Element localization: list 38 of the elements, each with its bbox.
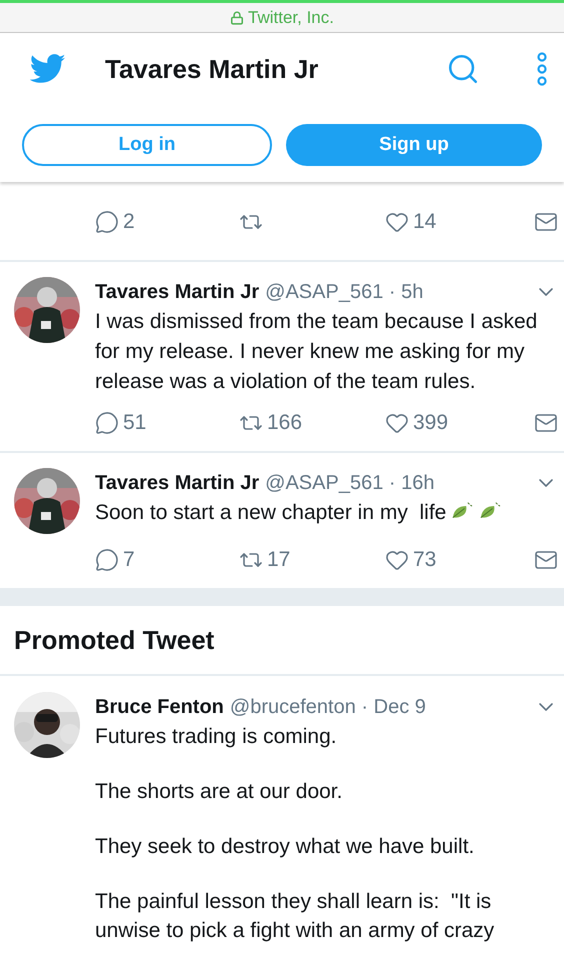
leaf-icon (450, 501, 474, 521)
reply-count: 2 (123, 209, 135, 236)
like-icon[interactable] (385, 548, 409, 572)
mail-icon[interactable] (534, 411, 558, 435)
section-heading: Promoted Tweet (14, 624, 214, 656)
tweet-text: The painful lesson they shall learn is: "It is unwise to pick a fight with an army of crazy (95, 889, 496, 944)
author-name[interactable]: Bruce Fenton (95, 692, 224, 722)
tweet-meta: @ASAP_561 · 5h (265, 280, 424, 305)
retweet-count: 166 (267, 410, 302, 436)
tweet-meta: @brucefenton · Dec 9 (230, 695, 426, 720)
bird-logo-icon[interactable] (30, 54, 66, 84)
tweet-text: Futures trading is coming. (95, 724, 338, 750)
page-title: Tavares Martin Jr (105, 52, 318, 86)
like-icon[interactable] (385, 411, 409, 435)
leaf-icon (478, 501, 502, 521)
search-icon[interactable] (446, 52, 480, 86)
tweet-text: They seek to destroy what we have built. (95, 834, 476, 860)
mail-icon[interactable] (534, 548, 558, 572)
like-icon[interactable] (385, 210, 409, 234)
retweet-count: 17 (267, 547, 290, 574)
author-name[interactable]: Tavares Martin Jr (95, 277, 260, 307)
author-name[interactable]: Tavares Martin Jr (95, 468, 260, 498)
reply-count: 51 (123, 410, 146, 436)
tweet-text: The shorts are at our door. (95, 779, 344, 805)
reply-icon[interactable] (95, 548, 119, 572)
tweet-text: Soon to start a new chapter in my life (95, 498, 558, 528)
like-count: 14 (413, 209, 436, 236)
reply-icon[interactable] (95, 411, 119, 435)
tweet-meta: @ASAP_561 · 16h (265, 471, 434, 496)
mail-icon[interactable] (534, 210, 558, 234)
reply-icon[interactable] (95, 210, 119, 234)
more-options-icon[interactable] (536, 52, 548, 86)
like-count: 73 (413, 547, 436, 574)
reply-count: 7 (123, 547, 135, 574)
like-count: 399 (413, 410, 448, 436)
lock-icon (230, 10, 244, 24)
tweet-text: I was dismissed from the team because I asked for my release. I never knew me asking for my release was a violation of the team rules. (95, 309, 538, 395)
site-name: Twitter, Inc. (248, 6, 334, 29)
